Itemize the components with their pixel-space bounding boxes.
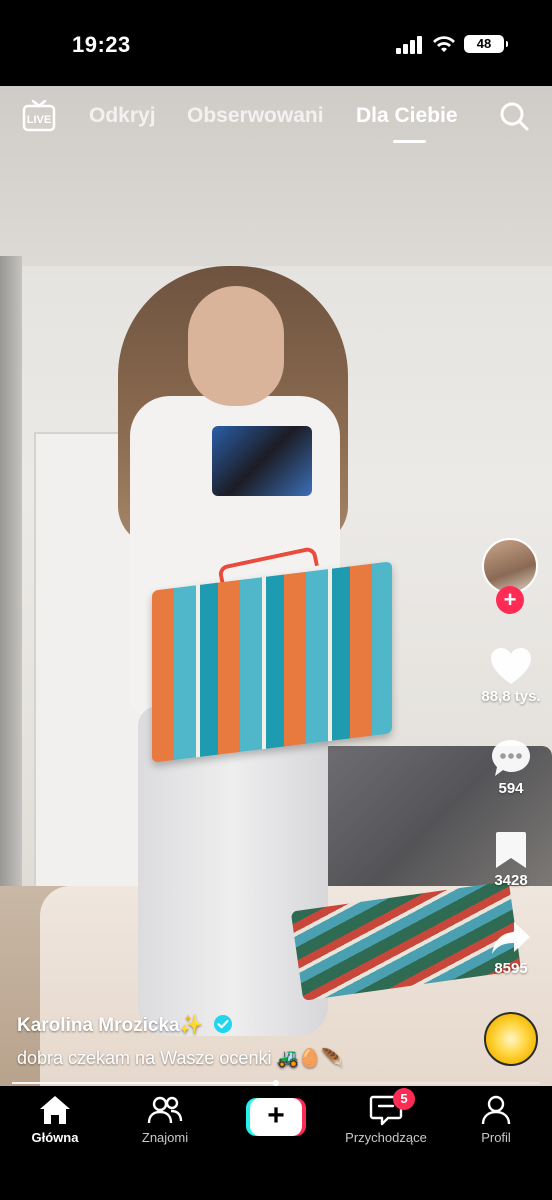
- author-row[interactable]: Karolina Mrozicka✨: [17, 1013, 233, 1037]
- like-button[interactable]: 88,8 tys.: [474, 646, 548, 705]
- nav-home-label: Główna: [31, 1130, 79, 1145]
- nav-profile[interactable]: Profil: [441, 1094, 551, 1145]
- save-button[interactable]: 3428: [474, 830, 548, 889]
- active-tab-underline: [393, 140, 426, 143]
- tab-discover[interactable]: Odkryj: [89, 104, 156, 128]
- striped-bag: [152, 561, 392, 763]
- author-emoji: ✨: [179, 1015, 204, 1036]
- nav-inbox-label: Przychodzące: [345, 1130, 427, 1145]
- comment-button[interactable]: 594: [474, 738, 548, 797]
- live-icon[interactable]: LIVE: [22, 100, 56, 132]
- post-caption[interactable]: dobra czekam na Wasze ocenki 🚜🥚🪶: [17, 1048, 344, 1069]
- comment-icon: [492, 740, 530, 776]
- bookmark-icon: [496, 832, 526, 868]
- nav-inbox[interactable]: 5 Przychodzące: [331, 1088, 441, 1145]
- video-progress-bar[interactable]: [12, 1080, 540, 1086]
- inbox-badge: 5: [393, 1088, 415, 1110]
- shirt-print: [212, 426, 312, 496]
- comment-count: 594: [498, 780, 524, 797]
- cellular-signal-icon: [396, 36, 422, 54]
- search-icon[interactable]: [498, 100, 530, 132]
- nav-friends-label: Znajomi: [141, 1130, 189, 1145]
- share-arrow-icon: [492, 922, 530, 954]
- music-disc[interactable]: [484, 1012, 538, 1066]
- battery-indicator: 48: [464, 35, 508, 53]
- status-time: 19:23: [72, 32, 131, 57]
- svg-text:LIVE: LIVE: [27, 114, 51, 126]
- video-wardrobe: [0, 256, 22, 976]
- like-count: 88,8 tys.: [481, 688, 541, 705]
- video-player[interactable]: [0, 86, 552, 1086]
- nav-home[interactable]: Główna: [0, 1094, 110, 1145]
- follow-button[interactable]: +: [496, 586, 524, 614]
- nav-friends[interactable]: Znajomi: [110, 1094, 220, 1145]
- bottom-nav: Główna Znajomi + 5 Przychodzące Profil: [0, 1086, 552, 1200]
- video-progress-fill: [12, 1082, 276, 1084]
- tab-following[interactable]: Obserwowani: [187, 104, 324, 128]
- share-count: 8595: [494, 960, 528, 977]
- status-bar: 19:23 48: [0, 0, 552, 86]
- wifi-icon: [433, 36, 455, 52]
- save-count: 3428: [494, 872, 528, 889]
- top-nav: LIVE Odkryj Obserwowani Dla Ciebie: [0, 86, 552, 148]
- verified-badge-icon: [213, 1015, 232, 1033]
- nav-profile-label: Profil: [481, 1130, 511, 1145]
- tab-for-you[interactable]: Dla Ciebie: [356, 104, 458, 128]
- plus-icon: +: [250, 1098, 302, 1136]
- profile-icon: [481, 1095, 511, 1125]
- home-icon: [40, 1096, 70, 1124]
- author-name[interactable]: Karolina Mrozicka: [17, 1015, 180, 1036]
- create-button[interactable]: +: [246, 1098, 306, 1136]
- friends-icon: [147, 1096, 183, 1124]
- heart-icon: [491, 648, 531, 684]
- person-face: [188, 286, 284, 406]
- share-button[interactable]: 8595: [474, 918, 548, 977]
